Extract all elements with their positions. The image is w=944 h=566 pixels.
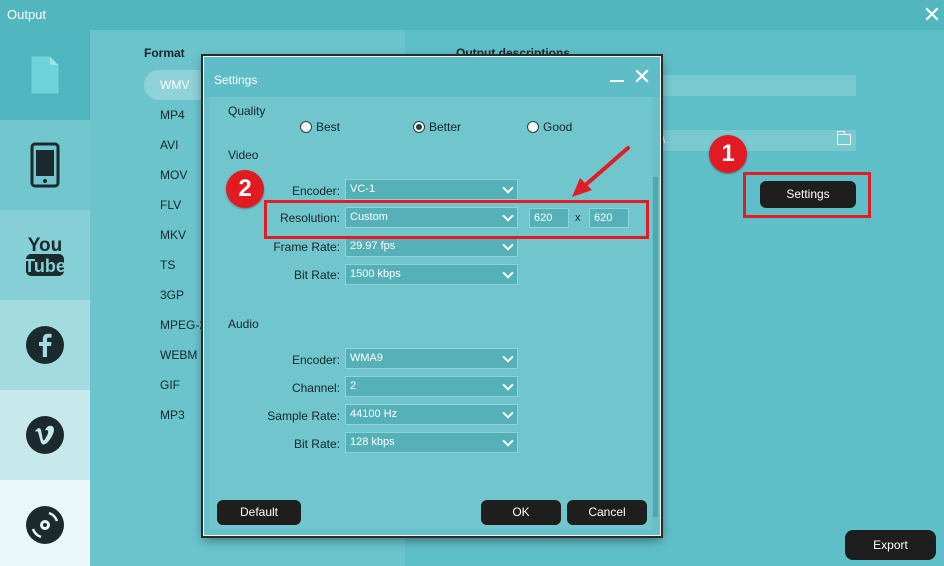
settings-dialog: Settings ✕ Quality Best Better Good Vide… (203, 56, 661, 536)
chevron-down-icon (502, 351, 514, 363)
quality-radio-better[interactable] (413, 121, 425, 133)
video-encoder-value: VC-1 (350, 183, 376, 195)
channel-value: 2 (350, 380, 357, 392)
output-description-field[interactable] (650, 75, 856, 96)
audio-encoder-select[interactable]: WMA9 (345, 348, 518, 369)
audio-bit-rate-label: Bit Rate: (293, 437, 340, 451)
format-item[interactable]: AVI (160, 138, 178, 152)
format-item[interactable]: MPEG-2 (160, 318, 206, 332)
dialog-scrollbar[interactable] (653, 177, 658, 517)
ok-button[interactable]: OK (481, 500, 561, 525)
minimize-icon[interactable] (610, 80, 624, 82)
output-path-field[interactable] (650, 130, 856, 151)
video-encoder-select[interactable]: VC-1 (345, 179, 518, 200)
audio-encoder-label: Encoder: (291, 353, 340, 367)
phone-icon (30, 142, 60, 188)
quality-radio-best[interactable] (300, 121, 312, 133)
video-section-label: Video (228, 148, 259, 162)
close-icon[interactable]: ✕ (920, 3, 944, 27)
rail-item-format[interactable] (0, 30, 90, 120)
rail-item-vimeo[interactable] (0, 390, 90, 480)
audio-bit-rate-select[interactable]: 128 kbps (345, 432, 518, 453)
chevron-down-icon (502, 239, 514, 251)
sample-rate-label: Sample Rate: (267, 409, 340, 423)
cancel-button[interactable]: Cancel (567, 500, 647, 525)
channel-label: Channel: (291, 381, 340, 395)
settings-button[interactable]: Settings (760, 181, 856, 208)
export-button[interactable]: Export (845, 530, 936, 560)
chevron-down-icon (502, 182, 514, 194)
window-title: Output (7, 7, 47, 22)
disc-icon (26, 506, 64, 544)
window-titlebar: Output ✕ (0, 0, 944, 30)
rail-item-disc[interactable] (0, 480, 90, 566)
frame-rate-select[interactable]: 29.97 fps (345, 236, 518, 257)
folder-icon[interactable] (837, 131, 851, 145)
category-rail: You Tube (0, 30, 90, 566)
vimeo-icon (26, 416, 64, 454)
quality-label-good: Good (543, 120, 573, 134)
document-icon (31, 56, 59, 94)
format-item-label: WMV (160, 78, 190, 92)
chevron-down-icon (502, 435, 514, 447)
format-item[interactable]: MOV (160, 168, 187, 182)
video-bit-rate-value: 1500 kbps (350, 268, 401, 280)
chevron-down-icon (502, 407, 514, 419)
audio-bit-rate-value: 128 kbps (350, 436, 395, 448)
format-item[interactable]: MKV (160, 228, 186, 242)
frame-rate-label: Frame Rate: (273, 240, 340, 254)
chevron-down-icon (502, 267, 514, 279)
callout-badge-2: 2 (226, 170, 264, 208)
format-item[interactable]: GIF (160, 378, 180, 392)
quality-section-label: Quality (228, 104, 266, 118)
format-item[interactable]: TS (160, 258, 175, 272)
audio-section-label: Audio (228, 317, 259, 331)
youtube-icon: You Tube (25, 235, 65, 276)
dialog-titlebar: Settings ✕ (204, 57, 660, 97)
callout-badge-1: 1 (709, 135, 747, 173)
rail-item-youtube[interactable]: You Tube (0, 210, 90, 300)
rail-item-facebook[interactable] (0, 300, 90, 390)
chevron-down-icon (502, 379, 514, 391)
format-item[interactable]: MP4 (160, 108, 185, 122)
sample-rate-value: 44100 Hz (350, 408, 398, 420)
video-bit-rate-select[interactable]: 1500 kbps (345, 264, 518, 285)
channel-select[interactable]: 2 (345, 376, 518, 397)
sample-rate-select[interactable]: 44100 Hz (345, 404, 518, 425)
rail-item-device[interactable] (0, 120, 90, 210)
svg-text:You: You (28, 235, 62, 256)
format-item[interactable]: FLV (160, 198, 181, 212)
format-item[interactable]: MP3 (160, 408, 185, 422)
video-bit-rate-label: Bit Rate: (293, 268, 340, 282)
format-item[interactable]: WEBM (160, 348, 197, 362)
quality-radio-good[interactable] (527, 121, 539, 133)
format-item[interactable]: 3GP (160, 288, 184, 302)
facebook-icon (26, 326, 64, 364)
dialog-title: Settings (214, 73, 258, 87)
quality-label-better: Better (429, 120, 462, 134)
frame-rate-value: 29.97 fps (350, 240, 396, 252)
svg-text:Tube: Tube (25, 256, 65, 276)
audio-encoder-value: WMA9 (350, 352, 383, 364)
quality-label-best: Best (316, 120, 341, 134)
default-button[interactable]: Default (217, 500, 301, 525)
format-heading: Format (144, 46, 185, 60)
callout-arrow-icon (572, 146, 630, 197)
close-icon[interactable]: ✕ (632, 66, 652, 88)
